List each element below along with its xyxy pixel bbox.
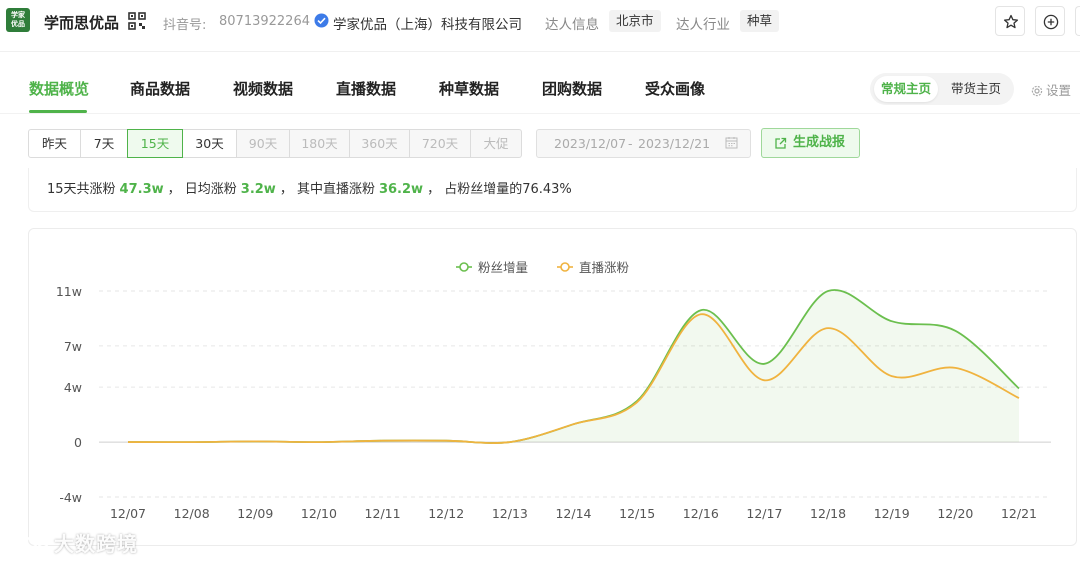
range-30d[interactable]: 30天	[182, 129, 237, 158]
summary-prefix: 15天共涨粉	[47, 182, 116, 197]
fans-summary-text: 15天共涨粉 47.3w， 日均涨粉 3.2w， 其中直播涨粉 36.2w， 占粉丝增…	[47, 178, 572, 197]
tab-videos[interactable]: 视频数据	[233, 78, 293, 99]
y-tick-label: -4w	[59, 490, 82, 505]
x-tick-label: 12/08	[174, 506, 210, 521]
x-tick-label: 12/15	[619, 506, 655, 521]
live-fans-gain: 36.2w	[378, 182, 424, 197]
favorite-button[interactable]	[995, 6, 1025, 36]
daily-fans-gain: 3.2w	[240, 182, 276, 197]
date-separator: -	[628, 136, 633, 151]
x-tick-label: 12/07	[110, 506, 146, 521]
summary-live-label: ， 其中直播涨粉	[279, 182, 375, 197]
city-tag: 北京市	[609, 10, 661, 32]
x-tick-label: 12/18	[810, 506, 846, 521]
homepage-toggle: 常规主页 带货主页	[870, 73, 1014, 105]
add-circle-icon	[1043, 14, 1059, 30]
tab-seeding[interactable]: 种草数据	[439, 78, 499, 99]
settings-label: 设置	[1046, 83, 1072, 98]
profile-header: 学家 优品 学而思优品 抖音号: 80713922264 学家优品（上海）科技有限…	[0, 0, 1080, 52]
toggle-sales-homepage[interactable]: 带货主页	[944, 76, 1008, 102]
total-fans-gain: 47.3w	[119, 182, 164, 197]
tab-bar: 数据概览 商品数据 视频数据 直播数据 种草数据 团购数据 受众画像 常规主页 …	[0, 60, 1080, 114]
range-360d[interactable]: 360天	[349, 129, 410, 158]
x-tick-label: 12/12	[428, 506, 464, 521]
time-range-selector: 昨天 7天 15天 30天 90天 180天 360天 720天 大促	[28, 129, 522, 158]
x-tick-label: 12/11	[365, 506, 401, 521]
date-start: 2023/12/07	[554, 136, 627, 151]
date-end: 2023/12/21	[638, 136, 711, 151]
douyin-id-label: 抖音号:	[163, 18, 207, 33]
settings-link[interactable]: 设置	[1031, 80, 1071, 99]
y-tick-label: 11w	[56, 284, 82, 299]
tab-products[interactable]: 商品数据	[130, 78, 190, 99]
range-7d[interactable]: 7天	[80, 129, 128, 158]
range-90d[interactable]: 90天	[236, 129, 290, 158]
y-tick-label: 4w	[64, 380, 82, 395]
x-tick-label: 12/16	[683, 506, 719, 521]
external-link-icon	[775, 137, 787, 149]
legend-label: 粉丝增量	[478, 260, 528, 275]
x-tick-label: 12/21	[1001, 506, 1037, 521]
fans-trend-chart-card: 11w 7w 4w 0 -4w 12/07 12/08 12/09 12/10 12/11 12/1…	[28, 228, 1077, 546]
y-tick-label: 0	[74, 435, 82, 450]
industry-tag: 种草	[740, 10, 780, 32]
summary-daily-label: ， 日均涨粉	[167, 182, 237, 197]
qr-code-icon[interactable]	[128, 12, 146, 30]
x-tick-label: 12/09	[237, 506, 273, 521]
x-tick-label: 12/10	[301, 506, 337, 521]
fans-trend-chart: 11w 7w 4w 0 -4w 12/07 12/08 12/09 12/10 12/11 12/1…	[56, 260, 1051, 521]
range-720d[interactable]: 720天	[409, 129, 471, 158]
legend-marker-dot	[560, 262, 570, 272]
gear-icon	[1031, 85, 1043, 97]
legend-label: 直播涨粉	[579, 260, 630, 275]
company-name[interactable]: 学家优品（上海）科技有限公司	[333, 13, 522, 33]
more-button[interactable]	[1075, 6, 1080, 36]
series-area-0	[128, 289, 1019, 444]
generate-report-label: 生成战报	[793, 135, 846, 150]
talent-info-label: 达人信息	[545, 17, 599, 33]
date-range-picker[interactable]: 2023/12/07 - 2023/12/21	[536, 129, 751, 158]
tab-live[interactable]: 直播数据	[336, 78, 396, 99]
tab-audience[interactable]: 受众画像	[645, 78, 705, 99]
range-promo[interactable]: 大促	[470, 129, 522, 158]
industry-label: 达人行业	[676, 17, 730, 33]
range-yesterday[interactable]: 昨天	[28, 129, 81, 158]
tab-overview[interactable]: 数据概览	[29, 78, 89, 99]
watermark: 大数跨境	[10, 528, 138, 557]
x-tick-label: 12/17	[746, 506, 782, 521]
legend-marker-dot	[459, 262, 469, 272]
account-name: 学而思优品	[44, 14, 120, 32]
active-tab-indicator	[29, 110, 87, 113]
brand-logo: 学家 优品	[6, 8, 30, 32]
range-15d[interactable]: 15天	[127, 129, 183, 158]
add-button[interactable]	[1035, 6, 1065, 36]
range-180d[interactable]: 180天	[289, 129, 350, 158]
x-tick-label: 12/14	[555, 506, 591, 521]
fans-summary-card: 15天共涨粉 47.3w， 日均涨粉 3.2w， 其中直播涨粉 36.2w， 占粉丝增…	[28, 168, 1077, 212]
x-tick-label: 12/13	[492, 506, 528, 521]
verified-icon	[314, 13, 329, 28]
watermark-text: 大数跨境	[54, 532, 138, 556]
calendar-icon	[725, 137, 738, 149]
x-tick-label: 12/19	[874, 506, 910, 521]
douyin-id-value: 80713922264	[219, 14, 310, 29]
y-tick-label: 7w	[64, 339, 82, 354]
x-tick-label: 12/20	[937, 506, 973, 521]
toggle-regular-homepage[interactable]: 常规主页	[874, 76, 939, 102]
tab-group-buy[interactable]: 团购数据	[542, 78, 602, 99]
star-icon	[1003, 14, 1019, 29]
generate-report-button[interactable]: 生成战报	[761, 128, 860, 158]
summary-share: ， 占粉丝增量的76.43%	[427, 182, 572, 197]
watermark-logo-icon	[11, 536, 49, 553]
